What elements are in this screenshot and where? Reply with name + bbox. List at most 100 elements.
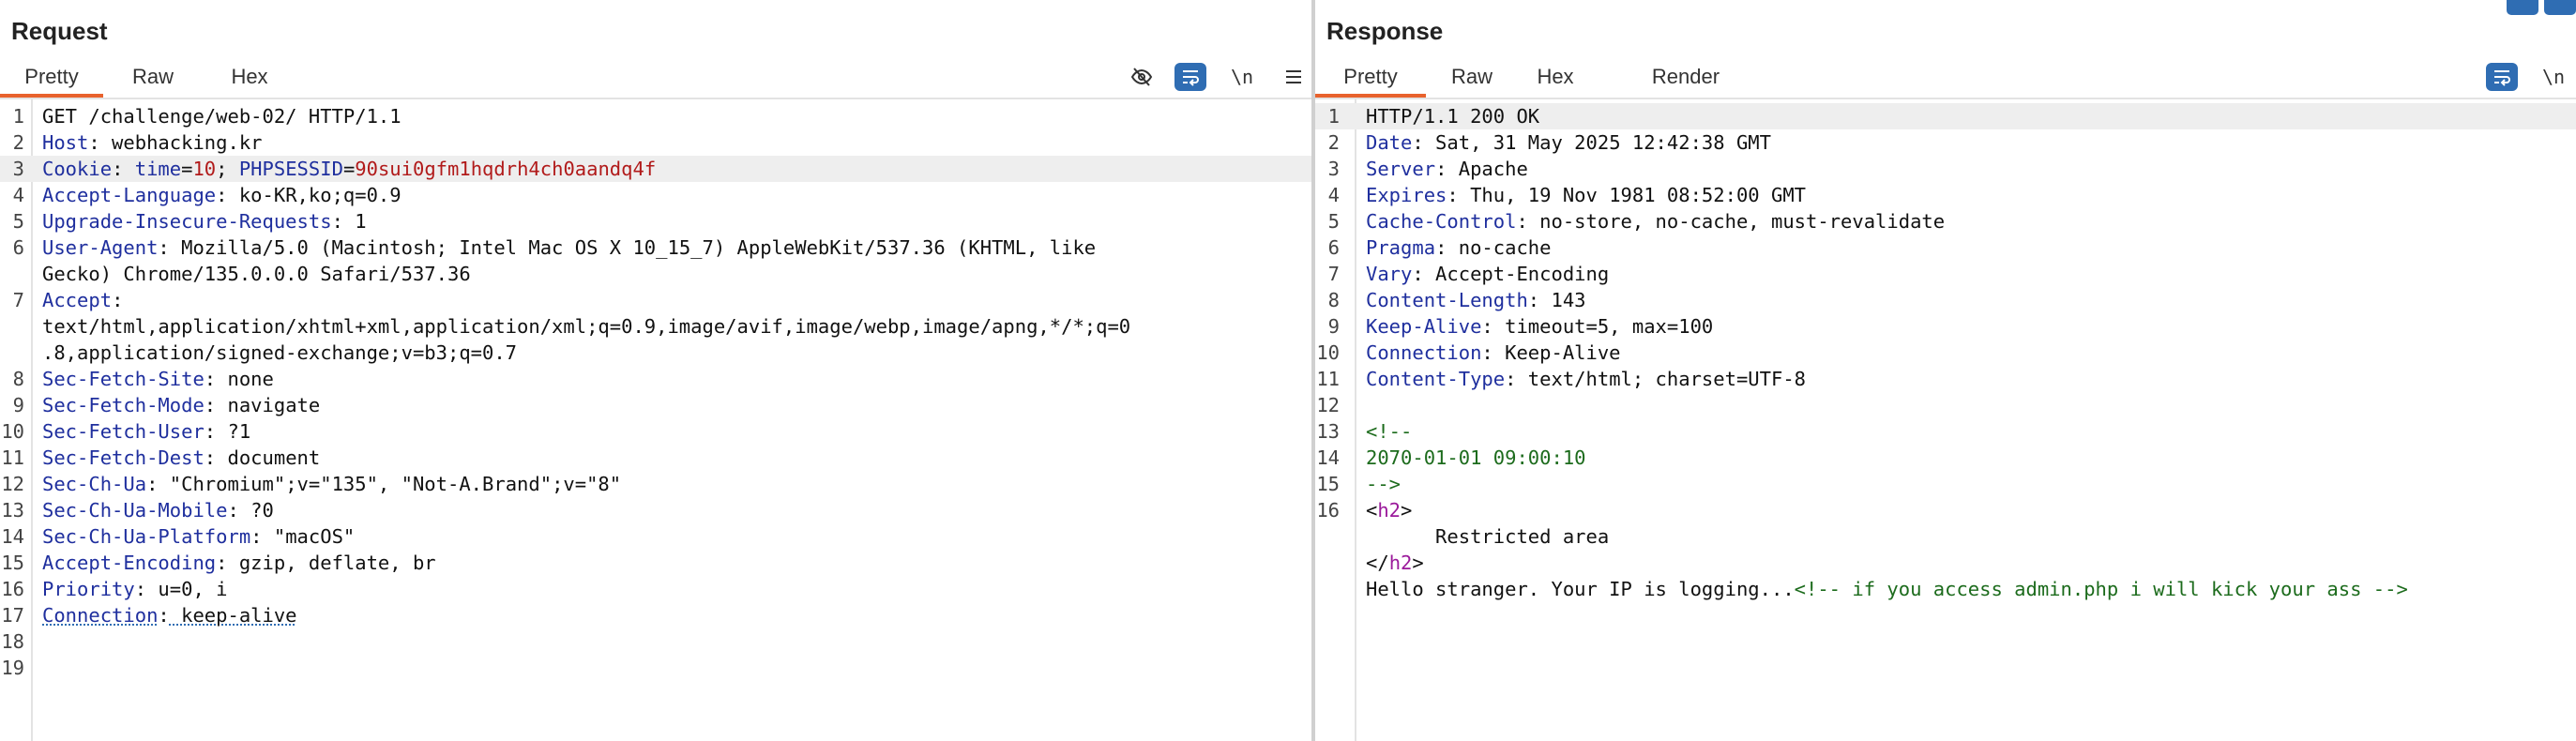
response-tab-hex[interactable]: Hex bbox=[1527, 58, 1583, 96]
tag-bracket: < bbox=[1366, 499, 1378, 522]
response-tab-render[interactable]: Render bbox=[1644, 58, 1728, 96]
header-value: no-store, no-cache, must-revalidate bbox=[1527, 210, 1946, 233]
code-line: 6 User-Agent: Mozilla/5.0 (Macintosh; Int… bbox=[0, 234, 1311, 261]
cookie-value: 10 bbox=[192, 158, 217, 180]
cookie-name: time bbox=[134, 158, 182, 180]
code-line: 7 Accept: bbox=[0, 287, 1311, 313]
code-line: Restricted area bbox=[1315, 523, 2576, 550]
code-line: Gecko) Chrome/135.0.0.0 Safari/537.36 bbox=[0, 261, 1311, 287]
response-title: Response bbox=[1326, 17, 1444, 45]
line-content: Sec-Fetch-Site: none bbox=[42, 366, 1311, 392]
code-line: 12 Sec-Ch-Ua: "Chromium";v="135", "Not-A.… bbox=[0, 471, 1311, 497]
line-content: Accept-Language: ko-KR,ko;q=0.9 bbox=[42, 182, 1311, 208]
cookie-equals: = bbox=[342, 158, 356, 180]
code-line: 3 Server: Apache bbox=[1315, 156, 2576, 182]
response-tab-raw[interactable]: Raw bbox=[1439, 58, 1505, 96]
line-content: Cookie: time=10; PHPSESSID=90sui0gfm1hqd… bbox=[42, 156, 1311, 182]
header-name: Host bbox=[42, 131, 89, 154]
code-line: 8 Content-Length: 143 bbox=[1315, 287, 2576, 313]
header-value: keep-alive bbox=[169, 604, 297, 627]
word-wrap-icon[interactable] bbox=[2486, 63, 2518, 91]
request-editor[interactable]: 1 GET /challenge/web-02/ HTTP/1.1 2 Host: w… bbox=[0, 99, 1311, 741]
code-line: 11 Sec-Fetch-Dest: document bbox=[0, 445, 1311, 471]
code-line: 12 bbox=[1315, 392, 2576, 418]
code-line: 9 Sec-Fetch-Mode: navigate bbox=[0, 392, 1311, 418]
code-line: text/html,application/xhtml+xml,applicat… bbox=[0, 313, 1311, 340]
code-line: 14 2070-01-01 09:00:10 bbox=[1315, 445, 2576, 471]
header-separator: : bbox=[250, 525, 263, 548]
header-name: Priority bbox=[42, 578, 135, 600]
header-name: Content-Length bbox=[1366, 289, 1528, 311]
line-number: 6 bbox=[1327, 236, 1340, 259]
header-name: Date bbox=[1366, 131, 1413, 154]
line-text: HTTP/1.1 200 OK bbox=[1366, 105, 1540, 128]
header-value: ?1 bbox=[216, 420, 251, 443]
header-name: Cookie bbox=[42, 158, 113, 180]
layout-split-icon[interactable] bbox=[2507, 0, 2538, 15]
cookie-name: PHPSESSID bbox=[238, 158, 343, 180]
request-tab-pretty[interactable]: Pretty bbox=[0, 58, 103, 98]
response-editor[interactable]: 1 HTTP/1.1 200 OK 2 Date: Sat, 31 May 2025 … bbox=[1315, 99, 2576, 741]
header-name: Accept bbox=[42, 289, 113, 311]
line-content: Sec-Ch-Ua-Mobile: ?0 bbox=[42, 497, 1311, 523]
newline-toggle[interactable]: \n bbox=[2535, 63, 2572, 91]
header-value: timeout=5, max=100 bbox=[1493, 315, 1714, 338]
line-number: 3 bbox=[12, 158, 24, 180]
header-name: Sec-Fetch-User bbox=[42, 420, 205, 443]
request-tab-hex[interactable]: Hex bbox=[221, 58, 278, 96]
layout-stack-icon[interactable] bbox=[2544, 0, 2576, 15]
word-wrap-icon[interactable] bbox=[1174, 63, 1206, 91]
code-line: 16 <h2> bbox=[1315, 497, 2576, 523]
code-line: 1 HTTP/1.1 200 OK bbox=[1315, 103, 2576, 129]
request-code[interactable]: 1 GET /challenge/web-02/ HTTP/1.1 2 Host: w… bbox=[0, 103, 1311, 681]
line-content: Gecko) Chrome/135.0.0.0 Safari/537.36 bbox=[42, 261, 1311, 287]
header-name: Accept-Language bbox=[42, 184, 217, 206]
line-number: 1 bbox=[1327, 105, 1340, 128]
request-tab-raw[interactable]: Raw bbox=[120, 58, 186, 96]
header-name: User-Agent bbox=[42, 236, 159, 259]
line-content: Expires: Thu, 19 Nov 1981 08:52:00 GMT bbox=[1366, 182, 2576, 208]
code-line: 17 Connection: keep-alive bbox=[0, 602, 1311, 628]
header-separator: : bbox=[88, 131, 100, 154]
header-value: u=0, i bbox=[146, 578, 228, 600]
header-separator: : bbox=[204, 420, 217, 443]
menu-icon[interactable] bbox=[1278, 63, 1310, 91]
line-number: 16 bbox=[1316, 499, 1340, 522]
header-value: none bbox=[216, 368, 274, 390]
header-value: 143 bbox=[1539, 289, 1586, 311]
code-line: .8,application/signed-exchange;v=b3;q=0.… bbox=[0, 340, 1311, 366]
line-number: 11 bbox=[1, 446, 24, 469]
response-tab-pretty[interactable]: Pretty bbox=[1315, 58, 1426, 98]
line-number: 12 bbox=[1316, 394, 1340, 416]
line-text: GET /challenge/web-02/ HTTP/1.1 bbox=[42, 105, 402, 128]
line-content: Accept-Encoding: gzip, deflate, br bbox=[42, 550, 1311, 576]
header-value: 1 bbox=[342, 210, 367, 233]
line-number: 9 bbox=[1327, 315, 1340, 338]
header-name: Sec-Ch-Ua-Mobile bbox=[42, 499, 228, 522]
response-code[interactable]: 1 HTTP/1.1 200 OK 2 Date: Sat, 31 May 2025 … bbox=[1315, 103, 2576, 602]
header-name: Sec-Ch-Ua bbox=[42, 473, 147, 495]
cookie-equals: = bbox=[181, 158, 193, 180]
code-line: 11 Content-Type: text/html; charset=UTF-8 bbox=[1315, 366, 2576, 392]
header-separator: : bbox=[1435, 236, 1447, 259]
header-name: Content-Type bbox=[1366, 368, 1506, 390]
header-separator: : bbox=[158, 604, 170, 627]
line-number: 8 bbox=[1327, 289, 1340, 311]
request-pane: Request Pretty Raw Hex \n 1 GET /challeng… bbox=[0, 0, 1311, 741]
code-line: 9 Keep-Alive: timeout=5, max=100 bbox=[1315, 313, 2576, 340]
line-number: 4 bbox=[1327, 184, 1340, 206]
newline-toggle[interactable]: \n bbox=[1223, 63, 1261, 91]
header-value: navigate bbox=[216, 394, 321, 416]
line-content: Connection: Keep-Alive bbox=[1366, 340, 2576, 366]
line-content: --> bbox=[1366, 471, 2576, 497]
request-toolbar: \n bbox=[1109, 58, 1310, 96]
code-line: Hello stranger. Your IP is logging...<!-… bbox=[1315, 576, 2576, 602]
line-content: Sec-Fetch-User: ?1 bbox=[42, 418, 1311, 445]
line-text: Hello stranger. Your IP is logging... bbox=[1366, 578, 1795, 600]
line-content: 2070-01-01 09:00:10 bbox=[1366, 445, 2576, 471]
code-line: 13 <!-- bbox=[1315, 418, 2576, 445]
code-line: 6 Pragma: no-cache bbox=[1315, 234, 2576, 261]
hide-eye-icon[interactable] bbox=[1126, 63, 1158, 91]
header-value: ?0 bbox=[238, 499, 274, 522]
header-separator: : bbox=[112, 289, 124, 311]
